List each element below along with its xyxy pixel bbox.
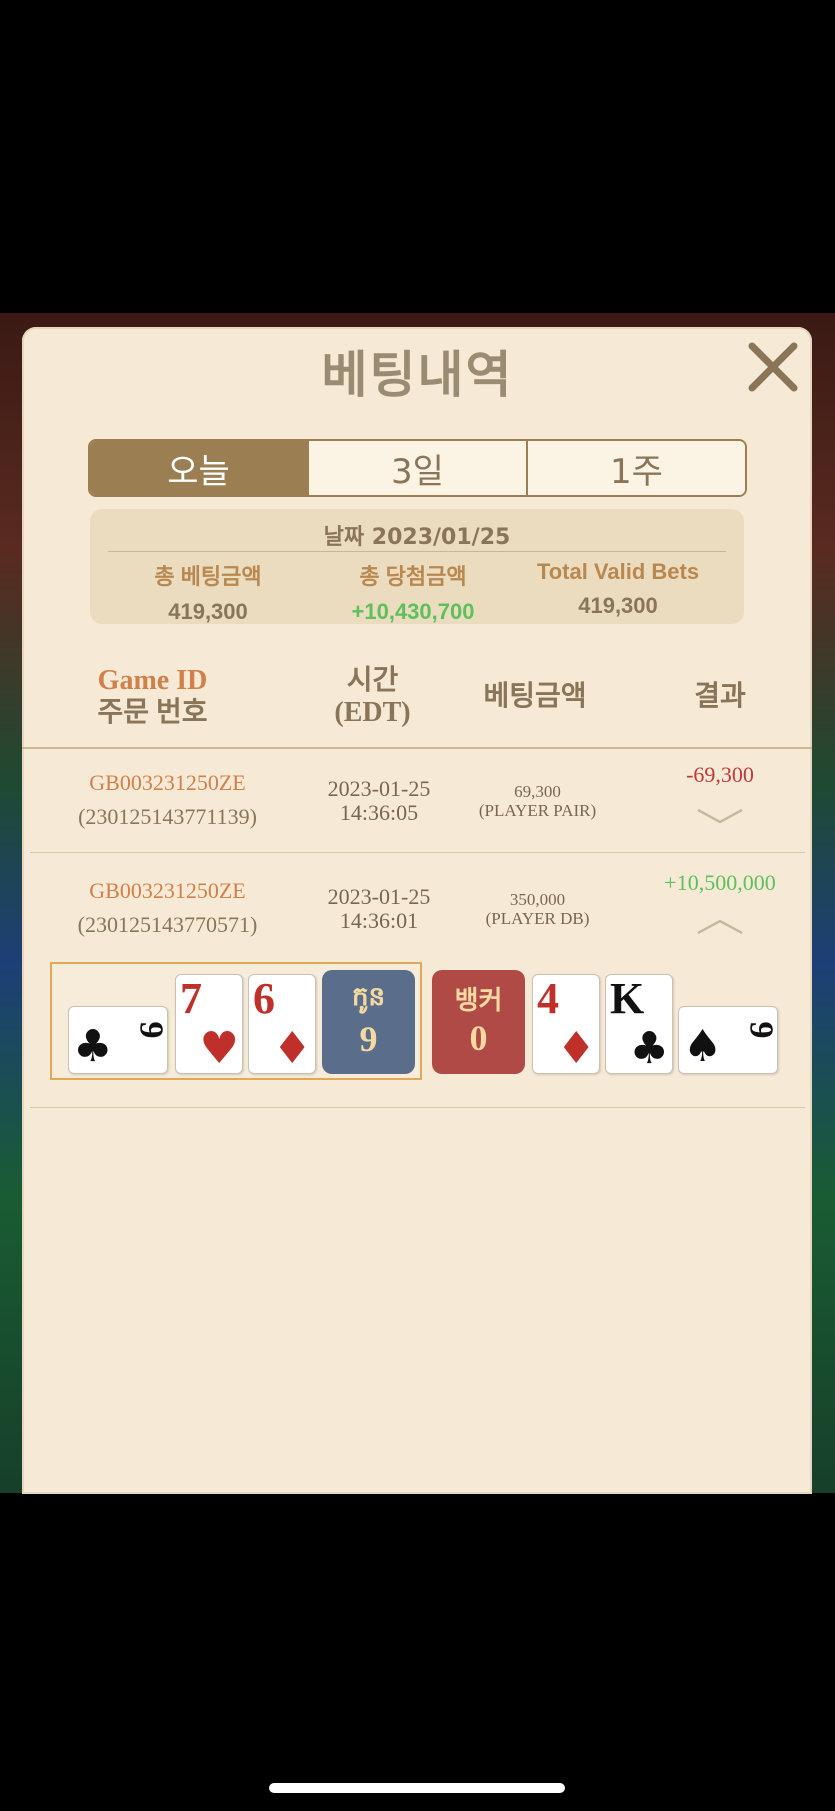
modal-title: 베팅내역: [321, 346, 514, 404]
header-order-no-label: 주문 번호: [97, 697, 208, 728]
header-time: 시간 (EDT): [300, 665, 445, 735]
row-game-id: GB003231250ZE: [89, 770, 246, 795]
row-result: -69,300: [686, 762, 754, 787]
row-date-text: 2023-01-25: [327, 776, 431, 801]
tab-today[interactable]: 오늘: [90, 441, 309, 495]
playing-card: 4 ♦: [532, 974, 600, 1074]
player-label: កូន: [351, 982, 385, 1012]
total-bet-label: 총 베팅금액: [154, 564, 262, 589]
row-game-id: GB003231250ZE: [89, 878, 246, 903]
tab-1week[interactable]: 1주: [528, 441, 745, 495]
header-time-label: 시간: [346, 665, 399, 696]
row-time: 2023-01-25 14:36:01: [305, 885, 453, 933]
valid-bets-label: Total Valid Bets: [536, 559, 700, 584]
playing-card: K ♣: [605, 974, 673, 1074]
total-win-label: 총 당첨금액: [359, 564, 467, 589]
header-game-id-label: Game ID: [97, 665, 208, 696]
row-amount: 350,000 (PLAYER DB): [455, 890, 620, 928]
diamond-icon: ♦: [556, 1023, 596, 1074]
total-bet-value: 419,300: [168, 599, 248, 624]
tab-3days[interactable]: 3일: [309, 441, 528, 495]
summary-panel: 날짜 2023/01/25 총 베팅금액 419,300 총 당첨금액 +10,…: [90, 509, 744, 624]
header-divider: [22, 747, 812, 749]
row-bet-type: (PLAYER PAIR): [478, 801, 597, 820]
row-order-no: (230125143770571): [77, 912, 258, 937]
row-date-text: 2023-01-25: [327, 884, 431, 909]
home-indicator[interactable]: [269, 1783, 565, 1793]
club-icon: ♣: [73, 1021, 113, 1072]
summary-divider: [108, 551, 726, 552]
banker-label: 뱅커: [454, 986, 503, 1016]
row-time-text: 14:36:05: [339, 800, 419, 825]
total-bet-block: 총 베팅금액 419,300: [108, 559, 308, 625]
heart-icon: ♥: [199, 1023, 239, 1074]
row-amount-value: 69,300: [514, 782, 561, 801]
total-win-value: +10,430,700: [351, 599, 475, 624]
valid-bets-block: Total Valid Bets 419,300: [518, 559, 718, 619]
player-score-badge: កូន 9: [322, 970, 415, 1074]
table-row[interactable]: GB003231250ZE (230125143770571): [50, 878, 285, 938]
header-amount: 베팅금액: [483, 681, 587, 712]
table-row[interactable]: GB003231250ZE (230125143771139): [50, 770, 285, 830]
row-order-no: (230125143771139): [78, 804, 257, 829]
spade-icon: ♠: [683, 1021, 723, 1072]
club-icon: ♣: [629, 1023, 669, 1074]
banker-score: 0: [469, 1018, 488, 1058]
row-divider: [30, 852, 805, 853]
period-tabs: 오늘 3일 1주: [88, 439, 747, 497]
total-win-block: 총 당첨금액 +10,430,700: [313, 559, 513, 625]
header-time-zone: (EDT): [334, 697, 411, 728]
row-divider: [30, 1107, 805, 1108]
row-result: +10,500,000: [664, 870, 776, 895]
chevron-up-icon[interactable]: [696, 918, 744, 940]
chevron-down-icon[interactable]: [696, 807, 744, 829]
row-time-text: 14:36:01: [339, 908, 419, 933]
card-rank: 9: [742, 1021, 778, 1039]
close-icon[interactable]: [744, 338, 802, 396]
diamond-icon: ♦: [272, 1023, 312, 1074]
row-amount-value: 350,000: [509, 890, 566, 909]
card-rank: 7: [180, 974, 202, 1023]
summary-date: 날짜 2023/01/25: [323, 525, 511, 550]
player-score: 9: [359, 1019, 378, 1059]
row-amount: 69,300 (PLAYER PAIR): [455, 782, 620, 820]
row-time: 2023-01-25 14:36:05: [305, 777, 453, 825]
playing-card: 7 ♥: [175, 974, 243, 1074]
banker-score-badge: 뱅커 0: [432, 970, 525, 1074]
row-bet-type: (PLAYER DB): [485, 909, 590, 928]
card-rank: K: [610, 974, 645, 1023]
playing-card: 9 ♠: [678, 1006, 778, 1074]
header-game-id: Game ID 주문 번호: [70, 665, 235, 735]
playing-card: 9 ♣: [68, 1006, 168, 1074]
card-rank: 9: [132, 1021, 168, 1039]
card-rank: 4: [537, 974, 559, 1023]
header-result: 결과: [694, 681, 746, 712]
valid-bets-value: 419,300: [578, 593, 658, 618]
card-rank: 6: [253, 974, 275, 1023]
playing-card: 6 ♦: [248, 974, 316, 1074]
